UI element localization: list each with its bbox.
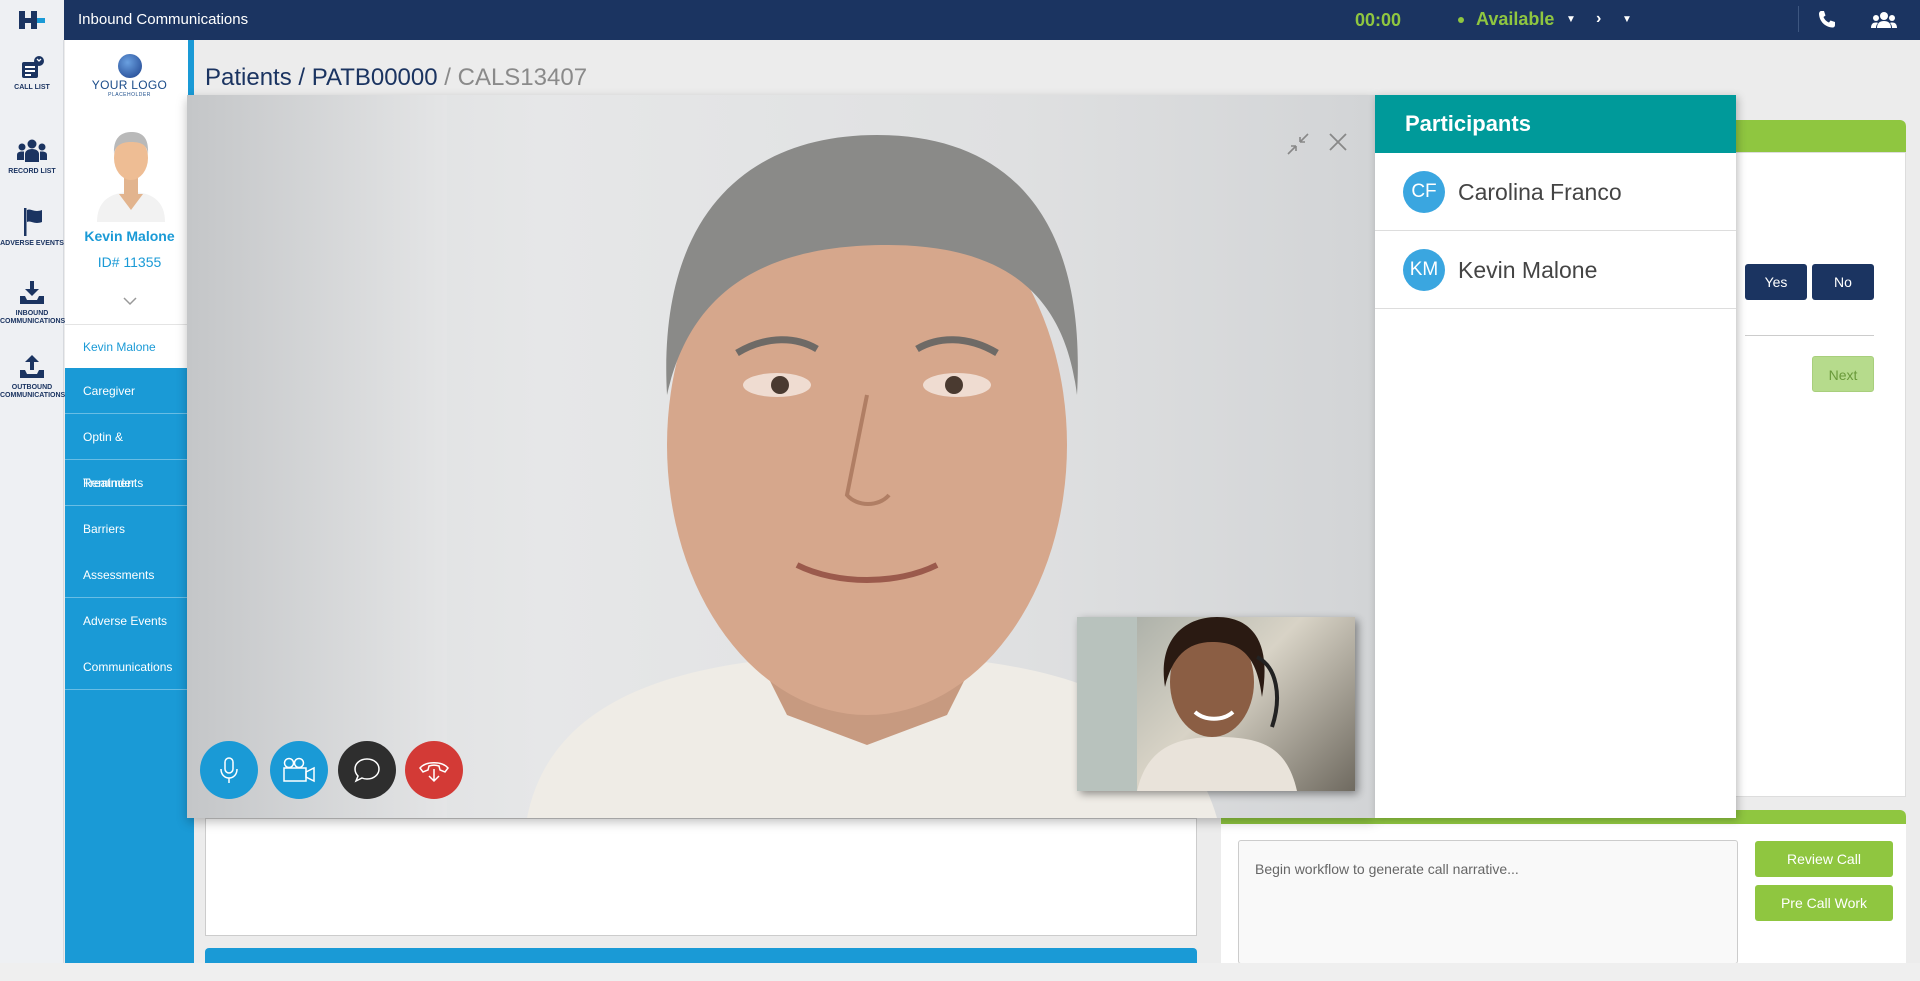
- participant-name: Carolina Franco: [1458, 179, 1622, 205]
- rail-label-inbound-2: COMMUNICATIONS: [0, 318, 66, 325]
- video-toggle-button[interactable]: [270, 741, 328, 799]
- logo-subtext: PLACEHOLDER: [108, 92, 151, 98]
- nav-item-barriers[interactable]: Barriers: [65, 506, 194, 552]
- patient-id: ID# 11355: [97, 254, 162, 270]
- nav-item-optin-reminder[interactable]: Optin & Reminder: [65, 414, 194, 490]
- breadcrumb-separator: /: [291, 64, 312, 91]
- chevron-down-icon[interactable]: [122, 296, 138, 306]
- flag-icon: [24, 208, 42, 236]
- logo-globe-icon: [117, 54, 142, 78]
- rail-inbound-communications[interactable]: INBOUND COMMUNICATIONS: [0, 278, 66, 326]
- participant-item[interactable]: KM Kevin Malone: [1375, 231, 1736, 309]
- breadcrumb: Patients / PATB00000 / CALS13407: [205, 64, 587, 92]
- team-icon[interactable]: [1870, 8, 1898, 32]
- chat-icon: [354, 758, 380, 783]
- minimize-video-icon[interactable]: [1285, 131, 1311, 157]
- yes-button[interactable]: Yes: [1745, 264, 1807, 300]
- no-button[interactable]: No: [1812, 264, 1874, 300]
- rail-adverse-events[interactable]: ADVERSE EVENTS: [0, 206, 64, 248]
- call-narrative-field[interactable]: Begin workflow to generate call narrativ…: [1238, 840, 1738, 964]
- agent-status[interactable]: Available: [1476, 0, 1554, 38]
- topbar-divider: [1798, 6, 1799, 32]
- rail-label-outbound-2: COMMUNICATIONS: [0, 392, 66, 399]
- breadcrumb-patients[interactable]: Patients: [205, 64, 292, 91]
- call-list-icon: [22, 56, 44, 78]
- next-button[interactable]: Next: [1812, 356, 1874, 392]
- microphone-icon: [220, 757, 238, 783]
- notes-area[interactable]: [205, 818, 1197, 936]
- nav-item-communications[interactable]: Communications: [65, 644, 194, 690]
- status-caret-icon[interactable]: ▼: [1566, 0, 1576, 40]
- company-logo: YOUR LOGO PLACEHOLDER: [65, 54, 194, 98]
- close-video-icon[interactable]: [1327, 131, 1349, 153]
- app-title: Inbound Communications: [78, 11, 249, 28]
- patient-name: Kevin Malone: [84, 228, 175, 244]
- top-bar: Inbound Communications 00:00 Available ▼…: [0, 0, 1920, 40]
- left-rail: CALL LIST RECORD LIST ADVERSE EVENTS INB…: [0, 40, 66, 981]
- breadcrumb-separator: /: [437, 64, 458, 91]
- record-list-icon: [17, 139, 47, 162]
- patient-avatar: [97, 132, 165, 222]
- rail-label-call-list: CALL LIST: [14, 84, 50, 91]
- participants-title: Participants: [1375, 95, 1736, 153]
- agent-video-feed: [1077, 617, 1297, 791]
- rail-label-adverse-events: ADVERSE EVENTS: [0, 240, 64, 247]
- page-footer: [0, 963, 1920, 981]
- pre-call-work-button[interactable]: Pre Call Work: [1755, 885, 1893, 921]
- status-dot: [1458, 17, 1464, 23]
- video-call-window: [187, 95, 1375, 818]
- rail-label-record-list: RECORD LIST: [8, 168, 56, 175]
- patient-profile: YOUR LOGO PLACEHOLDER Kevin Malone ID# 1…: [65, 40, 194, 981]
- phone-icon[interactable]: [1815, 8, 1839, 32]
- chevron-right-icon[interactable]: ›: [1596, 0, 1601, 38]
- rail-record-list[interactable]: RECORD LIST: [0, 136, 64, 176]
- participant-item[interactable]: CF Carolina Franco: [1375, 153, 1736, 231]
- app-logo-icon: [19, 11, 45, 29]
- breadcrumb-patient-id[interactable]: PATB00000: [312, 64, 438, 91]
- review-call-button[interactable]: Review Call: [1755, 841, 1893, 877]
- hang-up-button[interactable]: [405, 741, 463, 799]
- menu-caret-icon[interactable]: ▼: [1622, 0, 1632, 40]
- app-logo[interactable]: [0, 0, 64, 40]
- nav-item-caregiver[interactable]: Caregiver: [65, 368, 194, 414]
- rail-outbound-communications[interactable]: OUTBOUND COMMUNICATIONS: [0, 352, 66, 400]
- nav-item-treatments[interactable]: Treatments: [65, 460, 194, 506]
- inbound-icon: [20, 281, 44, 304]
- chat-button[interactable]: [338, 741, 396, 799]
- nav-item-assessments[interactable]: Assessments: [65, 552, 194, 598]
- outbound-icon: [20, 355, 44, 378]
- video-camera-icon: [283, 757, 315, 783]
- self-view-video[interactable]: [1077, 617, 1355, 791]
- rail-call-list[interactable]: CALL LIST: [0, 54, 64, 92]
- nav-item-adverse-events[interactable]: Adverse Events: [65, 598, 194, 644]
- call-timer: 00:00: [1355, 10, 1402, 30]
- logo-text: YOUR LOGO: [91, 78, 168, 92]
- participants-panel: Participants CF Carolina Franco KM Kevin…: [1375, 95, 1736, 818]
- participant-avatar: CF: [1403, 171, 1445, 213]
- video-background-window: [187, 95, 447, 818]
- participant-name: Kevin Malone: [1458, 257, 1598, 283]
- breadcrumb-call-id: CALS13407: [457, 64, 588, 91]
- rail-label-outbound: OUTBOUND: [11, 384, 53, 391]
- workflow-divider: [1745, 335, 1874, 336]
- profile-nav: Caregiver Optin & Reminder Treatments Ba…: [65, 368, 194, 981]
- profile-nav-patient[interactable]: Kevin Malone: [65, 324, 194, 368]
- rail-label-inbound: INBOUND: [15, 310, 49, 317]
- hang-up-icon: [419, 762, 449, 783]
- participant-avatar: KM: [1403, 249, 1445, 291]
- microphone-button[interactable]: [200, 741, 258, 799]
